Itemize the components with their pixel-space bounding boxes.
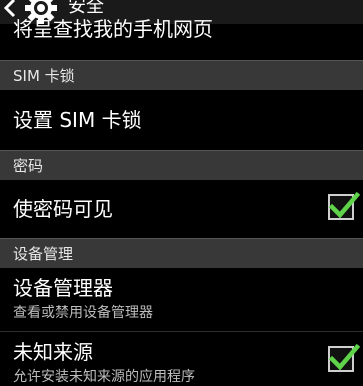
list-item-label: 设备管理器: [13, 276, 113, 300]
list-item-unknown-sources[interactable]: 未知来源 允许安装未知来源的应用程序: [0, 332, 363, 385]
list-item-summary: 允许安装未知来源的应用程序: [13, 369, 195, 385]
section-header-device-admin: 设备管理: [0, 238, 363, 268]
list-item-find-my-mobile[interactable]: 将呈查找我的手机网页: [13, 17, 213, 41]
page-title: 安全: [68, 0, 104, 17]
list-item-label: 使密码可见: [13, 197, 113, 221]
checkmark-icon: [328, 191, 360, 219]
section-header-password: 密码: [0, 150, 363, 180]
section-header-label: 设备管理: [13, 245, 74, 263]
section-header-sim-lock: SIM 卡锁: [0, 60, 363, 90]
list-item-summary: 查看或禁用设备管理器: [13, 305, 153, 321]
list-item-label: 未知来源: [13, 340, 93, 364]
list-item-show-password[interactable]: 使密码可见: [0, 181, 363, 237]
show-password-checkbox[interactable]: [328, 191, 360, 220]
section-header-label: SIM 卡锁: [13, 67, 75, 85]
list-item-label: 设置 SIM 卡锁: [13, 108, 142, 132]
list-item-device-admin[interactable]: 设备管理器 查看或禁用设备管理器: [0, 269, 363, 331]
checkmark-icon: [328, 343, 360, 371]
list-item-sim-lock[interactable]: 设置 SIM 卡锁: [0, 91, 363, 150]
unknown-sources-checkbox[interactable]: [328, 343, 360, 372]
section-header-label: 密码: [13, 157, 44, 175]
